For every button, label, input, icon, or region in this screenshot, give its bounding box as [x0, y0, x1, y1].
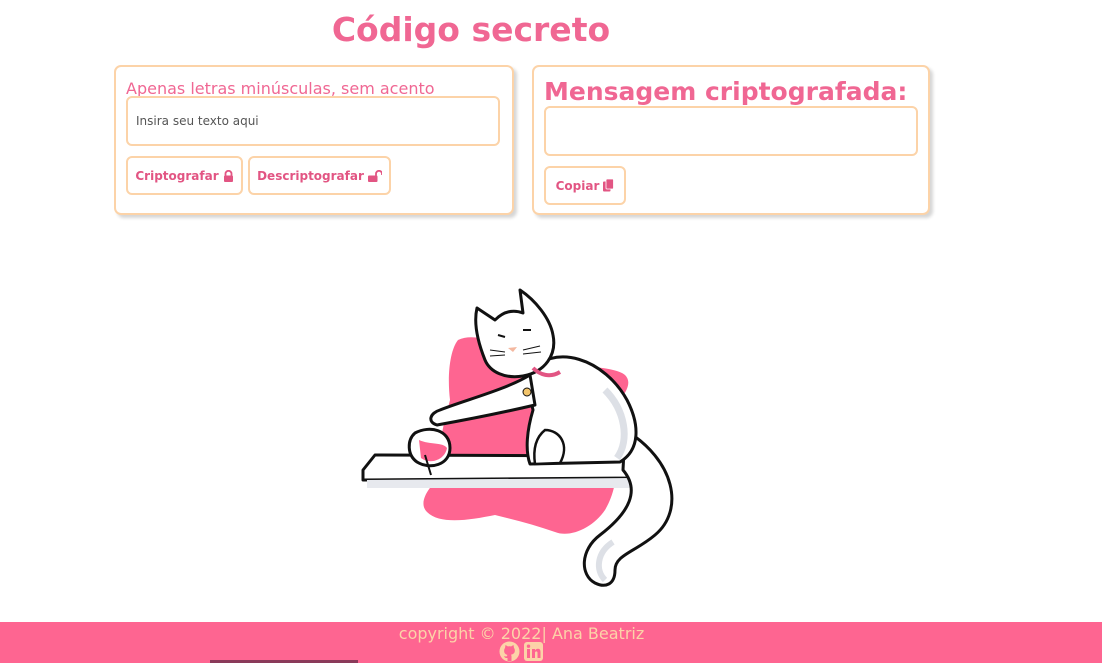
page-title: Código secreto [331, 10, 611, 49]
message-input[interactable] [126, 96, 500, 146]
copy-icon [603, 179, 615, 192]
encrypt-button-label: Criptografar [135, 168, 219, 183]
result-panel: Mensagem criptografada: Copiar [532, 65, 930, 215]
github-icon[interactable] [499, 641, 520, 662]
footer-social-links [499, 641, 544, 662]
decrypt-button-label: Descriptografar [257, 168, 364, 183]
unlock-icon [367, 169, 382, 182]
linkedin-icon[interactable] [523, 641, 544, 662]
cat-on-shelf-illustration [355, 280, 685, 594]
encrypt-panel: Apenas letras minúsculas, sem acento Cri… [114, 65, 514, 215]
lock-icon [223, 169, 234, 182]
footer: copyright © 2022| Ana Beatriz [0, 622, 1102, 663]
copy-button[interactable]: Copiar [544, 166, 626, 205]
result-heading: Mensagem criptografada: [544, 77, 908, 106]
copy-button-label: Copiar [555, 178, 600, 193]
encrypted-output-field[interactable] [544, 106, 918, 156]
decrypt-button[interactable]: Descriptografar [248, 156, 391, 195]
encrypt-button[interactable]: Criptografar [126, 156, 243, 195]
